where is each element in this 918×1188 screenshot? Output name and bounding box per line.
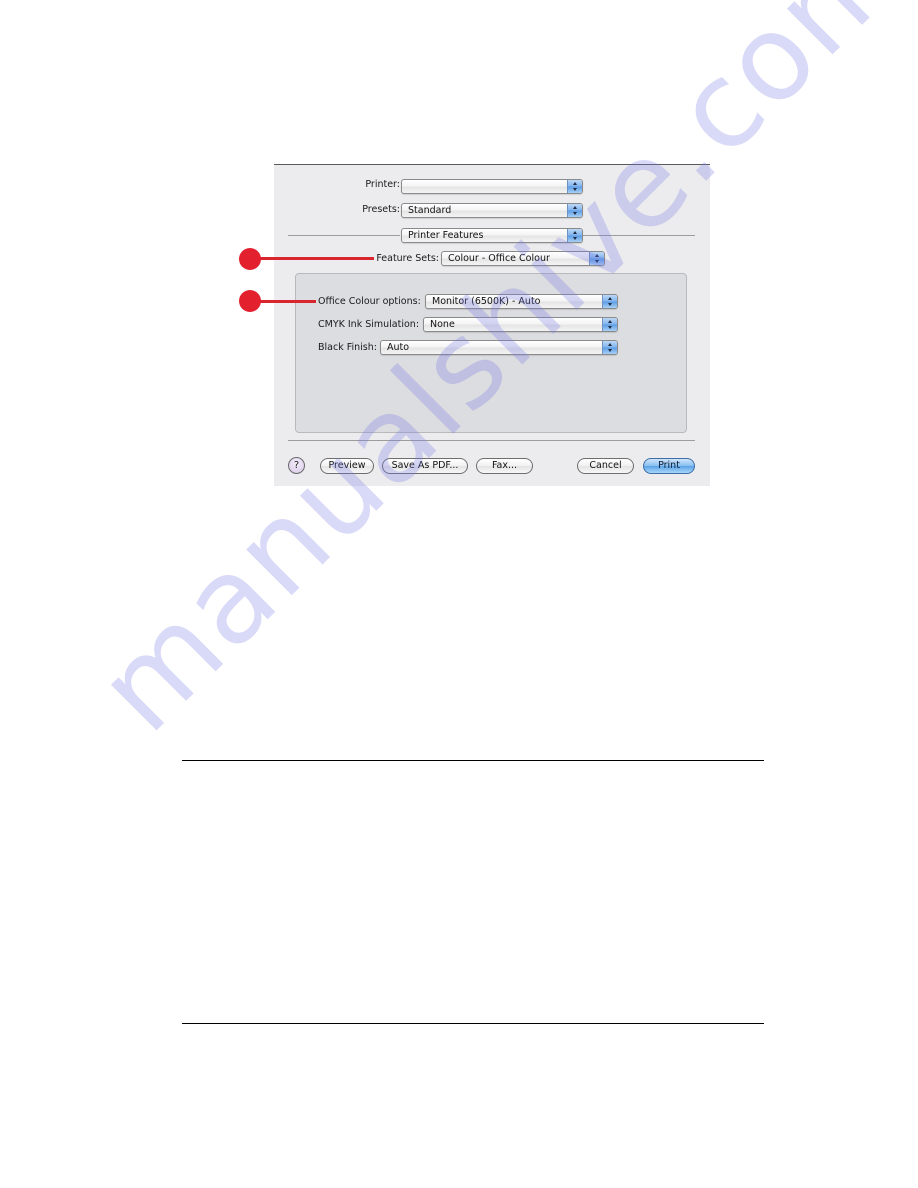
- feature-sets-label: Feature Sets:: [376, 253, 439, 264]
- feature-sets-value: Colour - Office Colour: [448, 253, 550, 264]
- cancel-button[interactable]: Cancel: [577, 458, 634, 474]
- presets-value: Standard: [408, 205, 452, 216]
- office-colour-options-label: Office Colour options:: [318, 296, 421, 307]
- office-colour-options-popup[interactable]: Monitor (6500K) - Auto: [425, 294, 618, 309]
- cmyk-ink-simulation-popup[interactable]: None: [423, 317, 618, 332]
- feature-options-panel: Office Colour options: Monitor (6500K) -…: [295, 273, 687, 433]
- popup-arrows-icon: [567, 229, 582, 242]
- page-rule-bottom: [182, 1023, 764, 1024]
- fax-button[interactable]: Fax...: [476, 458, 533, 474]
- section-popup-value: Printer Features: [408, 230, 484, 241]
- feature-sets-popup[interactable]: Colour - Office Colour: [441, 251, 605, 266]
- bottom-separator: [288, 440, 695, 441]
- popup-arrows-icon: [602, 295, 617, 308]
- callout-marker-2: [239, 290, 261, 312]
- popup-arrows-icon: [567, 180, 582, 193]
- callout-line-office-colour: [252, 300, 316, 303]
- save-as-pdf-button[interactable]: Save As PDF...: [382, 458, 468, 474]
- printer-popup[interactable]: [401, 179, 583, 194]
- cmyk-ink-simulation-label: CMYK Ink Simulation:: [318, 319, 420, 330]
- callout-marker-1: [239, 248, 261, 270]
- callout-line-feature-sets: [252, 257, 374, 260]
- section-popup[interactable]: Printer Features: [401, 228, 583, 243]
- cmyk-ink-simulation-value: None: [430, 319, 455, 330]
- office-colour-options-value: Monitor (6500K) - Auto: [432, 296, 541, 307]
- print-button[interactable]: Print: [643, 458, 695, 474]
- help-button[interactable]: ?: [288, 457, 305, 474]
- black-finish-label: Black Finish:: [318, 342, 377, 353]
- popup-arrows-icon: [567, 204, 582, 217]
- presets-label: Presets:: [362, 204, 400, 215]
- black-finish-popup[interactable]: Auto: [380, 340, 618, 355]
- popup-arrows-icon: [602, 341, 617, 354]
- page-rule-top: [182, 760, 764, 761]
- print-dialog: Printer: Presets: Standard Printer Featu…: [274, 164, 710, 486]
- section-separator-left: [288, 235, 400, 236]
- popup-arrows-icon: [589, 252, 604, 265]
- preview-button[interactable]: Preview: [320, 458, 374, 474]
- black-finish-value: Auto: [387, 342, 410, 353]
- section-separator-right: [583, 235, 695, 236]
- presets-popup[interactable]: Standard: [401, 203, 583, 218]
- printer-label: Printer:: [365, 179, 400, 190]
- popup-arrows-icon: [602, 318, 617, 331]
